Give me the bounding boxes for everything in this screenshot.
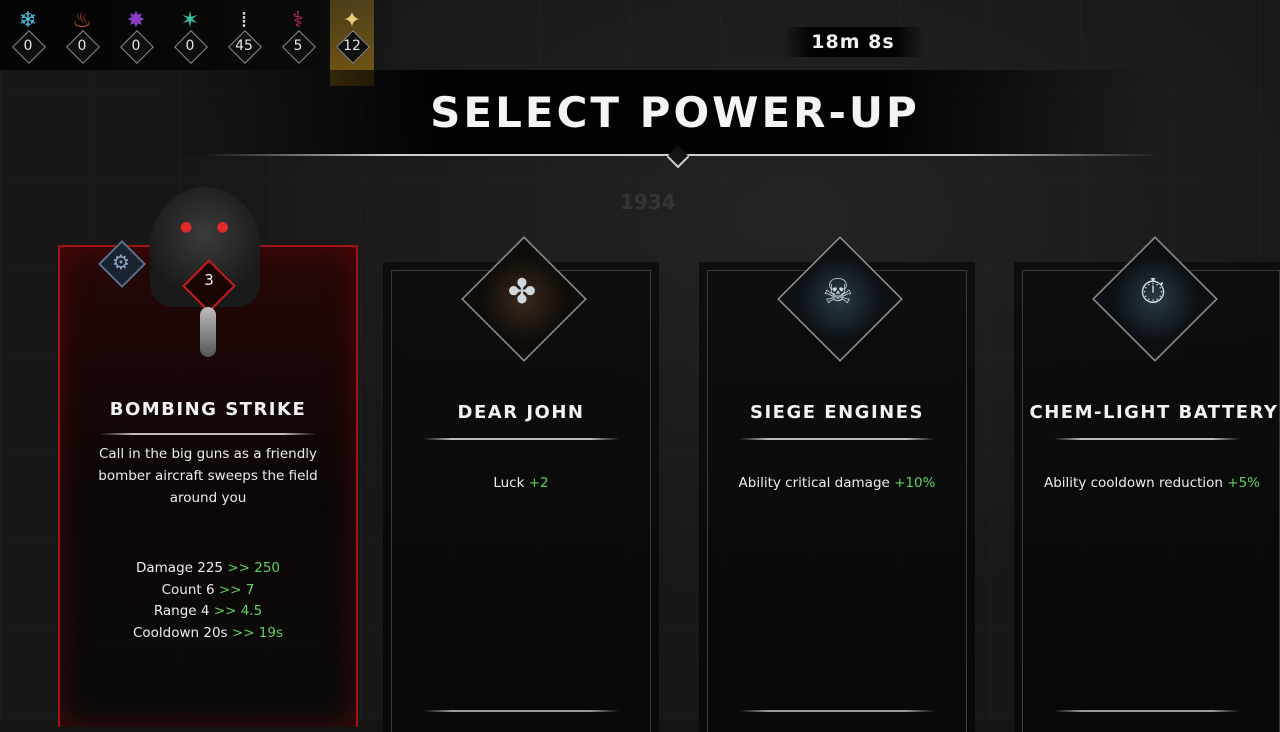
level-number: 3 [204, 271, 214, 289]
card-bottom-divider [423, 710, 619, 712]
bomb-icon [200, 307, 216, 357]
background-number: 1934 [620, 190, 676, 214]
powerup-card-bombing-strike[interactable]: ● ● ⚙ 3 BOMBING STRIKE Call in the big g… [58, 187, 358, 727]
card-effect: Ability cooldown reduction +5% [1043, 475, 1261, 491]
resource-count: 5 [293, 38, 303, 54]
clover-icon: ✤ [507, 272, 537, 312]
card-description: Call in the big guns as a friendly bombe… [98, 446, 318, 506]
stat-damage: Damage 225 >> 250 [135, 560, 280, 576]
siege-icon: ☠ [822, 272, 854, 312]
gear-icon: ⚙ [112, 250, 130, 274]
run-timer: 18m 8s [782, 27, 924, 57]
card-title: DEAR JOHN [457, 402, 585, 423]
resource-slot: ✶ 0 [166, 0, 212, 70]
card-bottom-divider [1054, 710, 1240, 712]
powerup-card-chem-light-battery[interactable]: ⏱ CHEM-LIGHT BATTERY Ability cooldown re… [1014, 236, 1280, 732]
page-title: SELECT POWER-UP [430, 88, 920, 137]
resource-count: 0 [77, 38, 87, 54]
card-divider [423, 438, 619, 440]
resource-slot: ⚕ 5 [274, 0, 320, 70]
resource-slot: ❄ 0 [4, 0, 50, 70]
resource-count: 0 [131, 38, 141, 54]
resource-count: 12 [343, 38, 361, 54]
resource-count: 45 [235, 38, 253, 54]
card-title: CHEM-LIGHT BATTERY [1029, 402, 1279, 423]
soldier-eyes: ● ● [180, 219, 239, 235]
stopwatch-icon: ⏱ [1139, 272, 1167, 312]
card-effect: Ability critical damage +10% [738, 475, 936, 491]
resource-count: 0 [185, 38, 195, 54]
card-emblem: ✤ [461, 236, 587, 362]
stat-count: Count 6 >> 7 [161, 581, 255, 598]
card-title: SIEGE ENGINES [750, 402, 924, 423]
resource-slot: ✦ 12 [328, 0, 374, 86]
card-divider [739, 438, 935, 440]
card-bottom-divider [739, 710, 935, 712]
resource-count: 0 [23, 38, 33, 54]
resource-slot: ♨ 0 [58, 0, 104, 70]
card-divider [100, 433, 316, 435]
resource-slot: ⁞ 45 [220, 0, 266, 70]
stat-range: Range 4 >> 4.5 [153, 603, 263, 619]
stat-cooldown: Cooldown 20s >> 19s [132, 624, 284, 641]
card-emblem: ☠ [777, 236, 903, 362]
stat-list: Damage 225 >> 250 Count 6 >> 7 Range 4 >… [60, 558, 356, 644]
card-divider [1054, 438, 1240, 440]
resource-slot: ✸ 0 [112, 0, 158, 70]
card-title: BOMBING STRIKE [109, 399, 307, 420]
card-emblem: ⏱ [1092, 236, 1218, 362]
powerup-card-dear-john[interactable]: ✤ DEAR JOHN Luck +2 [383, 236, 659, 732]
powerup-card-siege-engines[interactable]: ☠ SIEGE ENGINES Ability critical damage … [699, 236, 975, 732]
card-effect: Luck +2 [493, 475, 549, 491]
